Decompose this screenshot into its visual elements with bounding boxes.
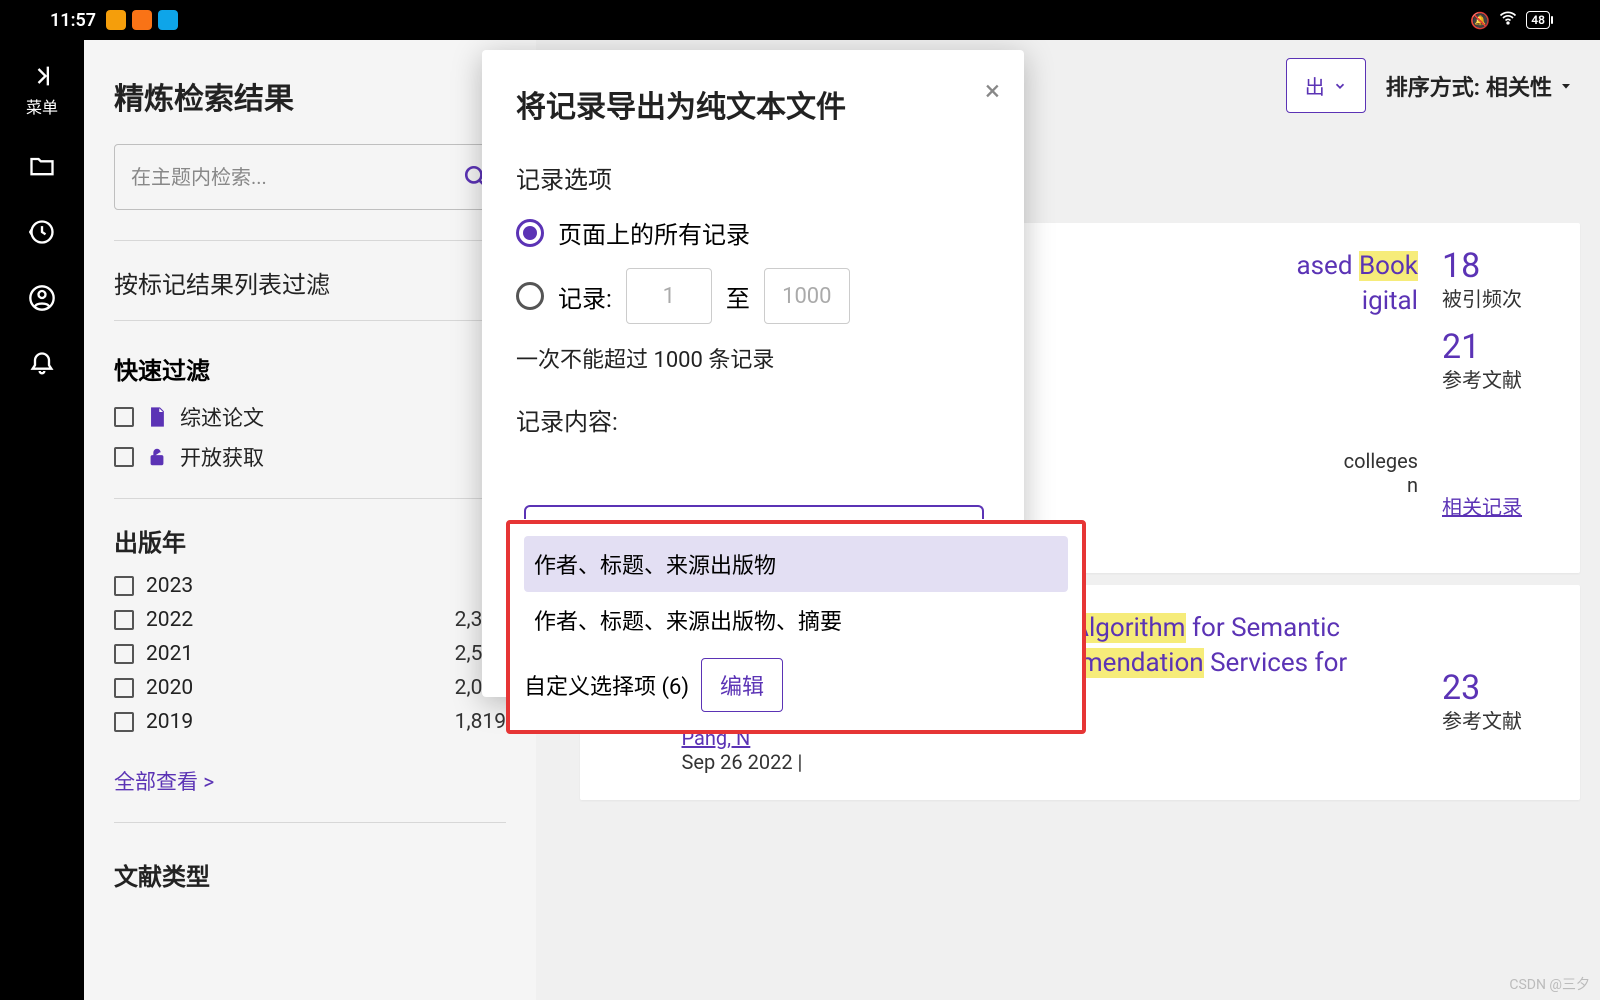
triangle-down-icon xyxy=(1558,78,1574,94)
radio-all-on-page[interactable]: 页面上的所有记录 xyxy=(516,215,990,250)
record-content-heading: 记录内容: xyxy=(516,402,990,437)
bell-icon xyxy=(28,350,56,378)
range-to-input[interactable]: 1000 xyxy=(764,268,850,324)
clock: 11:57 xyxy=(50,10,96,31)
filter-oa-label: 开放获取 xyxy=(180,442,264,472)
statusbar-right: 🔕 48 xyxy=(1470,8,1550,32)
range-label: 记录: xyxy=(558,279,612,314)
dropdown-custom-row: 自定义选择项 (6) 编辑 xyxy=(524,658,1068,712)
filter-review-label: 综述论文 xyxy=(180,402,264,432)
topic-search[interactable] xyxy=(114,144,506,210)
status-bar: 11:57 🔕 48 xyxy=(0,0,1600,40)
radio-icon[interactable] xyxy=(516,219,544,247)
result-date: Sep 26 2022 | xyxy=(682,750,803,774)
ref-count[interactable]: 23 xyxy=(1442,671,1552,705)
radio-range[interactable]: 记录: 1 至 1000 xyxy=(516,268,990,324)
year-label: 2023 xyxy=(146,574,193,598)
ref-count[interactable]: 21 xyxy=(1442,330,1552,364)
related-records-link[interactable]: 相关记录 xyxy=(1442,491,1552,520)
chevron-collapse-icon xyxy=(28,62,56,90)
range-hint: 一次不能超过 1000 条记录 xyxy=(516,342,990,374)
ref-label: 参考文献 xyxy=(1442,705,1552,734)
folder-button[interactable] xyxy=(28,152,56,184)
sort-value: 相关性 xyxy=(1486,70,1552,102)
search-input[interactable] xyxy=(131,165,463,189)
record-content-dropdown: 作者、标题、来源出版物 作者、标题、来源出版物、摘要 自定义选择项 (6) 编辑 xyxy=(506,520,1086,734)
menu-button[interactable]: 菜单 xyxy=(26,62,58,118)
document-icon xyxy=(146,406,168,428)
ref-label: 参考文献 xyxy=(1442,364,1552,393)
radio-icon[interactable] xyxy=(516,282,544,310)
cited-label: 被引频次 xyxy=(1442,283,1552,312)
year-label: 2020 xyxy=(146,676,193,700)
custom-option-label[interactable]: 自定义选择项 (6) xyxy=(524,669,689,701)
year-label: 2019 xyxy=(146,710,193,734)
close-button[interactable]: × xyxy=(985,74,1000,107)
quick-filter-heading: 快速过滤 xyxy=(114,351,506,386)
history-icon xyxy=(28,218,56,246)
chevron-down-icon xyxy=(1333,79,1347,93)
sidebar-title: 精炼检索结果 xyxy=(114,74,506,118)
dropdown-top-border xyxy=(524,505,984,519)
unlock-icon xyxy=(146,446,168,468)
checkbox[interactable] xyxy=(114,407,134,427)
filter-open-access[interactable]: 开放获取 xyxy=(114,442,506,472)
menu-label: 菜单 xyxy=(26,94,58,118)
range-sep: 至 xyxy=(726,279,750,314)
checkbox[interactable] xyxy=(114,576,134,596)
range-from-input[interactable]: 1 xyxy=(626,268,712,324)
year-filter-2020[interactable]: 2020 2,092 xyxy=(114,676,506,700)
mute-icon: 🔕 xyxy=(1470,11,1490,30)
export-button[interactable]: 出 xyxy=(1286,58,1366,113)
record-options-heading: 记录选项 xyxy=(516,160,990,195)
result-stats-2: 23 参考文献 xyxy=(1442,611,1552,774)
folder-icon xyxy=(28,152,56,180)
sort-prefix: 排序方式: xyxy=(1386,70,1480,102)
year-filter-2019[interactable]: 2019 1,819 xyxy=(114,710,506,734)
cited-count[interactable]: 18 xyxy=(1442,249,1552,283)
dropdown-option-1[interactable]: 作者、标题、来源出版物 xyxy=(524,536,1068,592)
year-count: 1,819 xyxy=(455,710,506,734)
year-label: 2021 xyxy=(146,642,193,666)
dropdown-option-2[interactable]: 作者、标题、来源出版物、摘要 xyxy=(524,592,1068,648)
edit-custom-button[interactable]: 编辑 xyxy=(701,658,783,712)
filter-review[interactable]: 综述论文 xyxy=(114,402,506,432)
refine-sidebar: 精炼检索结果 按标记结果列表过滤 快速过滤 综述论文 开放获取 出版年 20 xyxy=(84,40,536,1000)
history-button[interactable] xyxy=(28,218,56,250)
profile-button[interactable] xyxy=(28,284,56,316)
battery-indicator: 48 xyxy=(1526,11,1550,29)
result-stats-1: 18 被引频次 21 参考文献 相关记录 xyxy=(1442,249,1552,547)
year-filter-2021[interactable]: 2021 2,506 xyxy=(114,642,506,666)
checkbox[interactable] xyxy=(114,644,134,664)
modal-title: 将记录导出为纯文本文件 xyxy=(516,82,990,126)
year-label: 2022 xyxy=(146,608,193,632)
statusbar-app-icons xyxy=(106,10,178,30)
nav-rail: 菜单 xyxy=(0,40,84,1000)
radio-all-label: 页面上的所有记录 xyxy=(558,215,750,250)
pub-year-heading: 出版年 xyxy=(114,523,506,558)
checkbox[interactable] xyxy=(114,610,134,630)
filter-marked-heading: 按标记结果列表过滤 xyxy=(114,265,506,300)
watermark: CSDN @三夕 xyxy=(1509,974,1590,994)
user-icon xyxy=(28,284,56,312)
sort-dropdown[interactable]: 排序方式: 相关性 xyxy=(1386,70,1574,102)
view-all-years[interactable]: 全部查看 > xyxy=(114,766,214,796)
wifi-icon xyxy=(1498,8,1518,32)
year-filter-2022[interactable]: 2022 2,374 xyxy=(114,608,506,632)
year-filter-2023[interactable]: 2023 xyxy=(114,574,506,598)
export-label: 出 xyxy=(1305,71,1325,100)
checkbox[interactable] xyxy=(114,678,134,698)
doc-type-heading: 文献类型 xyxy=(114,857,506,892)
alerts-button[interactable] xyxy=(28,350,56,382)
checkbox[interactable] xyxy=(114,712,134,732)
checkbox[interactable] xyxy=(114,447,134,467)
